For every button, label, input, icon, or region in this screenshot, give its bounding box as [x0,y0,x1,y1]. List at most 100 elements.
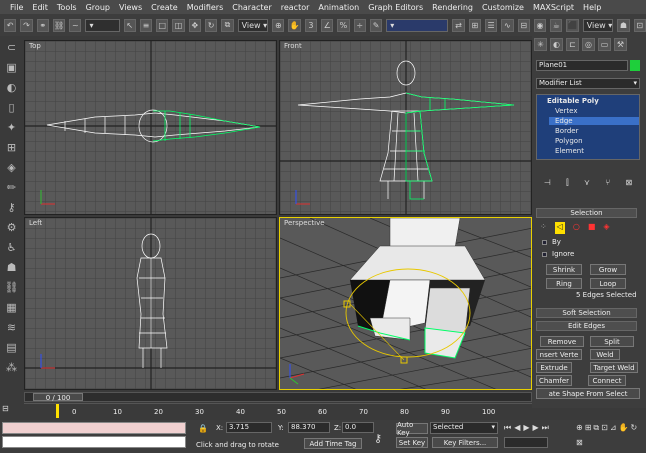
menu-character[interactable]: Character [232,3,272,12]
zoom-extents-icon[interactable]: ⧉ [593,423,599,436]
stack-item-element[interactable]: Element [555,147,584,155]
menu-modifiers[interactable]: Modifiers [187,3,224,12]
link-icon[interactable]: ⚭ [36,18,49,32]
chamfer-button[interactable]: Chamfer [536,375,572,386]
hierarchy-tab-icon[interactable]: ⊏ [566,38,579,51]
hair-icon[interactable]: ≋ [4,320,19,335]
spinner-snap-icon[interactable]: ÷ [353,18,366,32]
menu-animation[interactable]: Animation [318,3,359,12]
quick-render-icon[interactable]: ☗ [617,18,630,32]
modifier-list-dropdown[interactable]: Modifier List ▾ [536,78,640,89]
pin-stack-icon[interactable]: ⊣ [544,178,551,192]
object-name-field[interactable]: Plane01 [536,60,628,71]
stack-item-edge[interactable]: Edge [549,117,639,125]
render-type-dropdown[interactable]: View ▾ [582,18,614,32]
maxscript-listener[interactable] [2,422,186,434]
target-weld-button[interactable]: Target Weld [590,362,638,373]
cylinder-icon[interactable]: ▯ [4,100,19,115]
layers-icon[interactable]: ▤ [4,340,19,355]
pivot-icon[interactable]: ⊕ [272,18,285,32]
render-icon[interactable]: ⬛ [566,18,579,32]
align-icon[interactable]: ⊞ [468,18,481,32]
show-end-result-icon[interactable]: ⫿ [566,178,569,192]
remove-modifier-icon[interactable]: ⑂ [605,178,610,192]
zoom-icon[interactable]: ⊕ [576,423,583,436]
create-shape-button[interactable]: ate Shape From Select [536,388,640,399]
viewport-left[interactable]: Left [24,217,277,390]
menu-file[interactable]: File [10,3,23,12]
cloth-icon[interactable]: ▦ [4,300,19,315]
named-selection-icon[interactable]: ✎ [369,18,383,32]
curve-editor-icon[interactable]: ∿ [501,18,514,32]
menu-reactor[interactable]: reactor [281,3,310,12]
sphere-icon[interactable]: ◐ [4,80,19,95]
lock-selection-icon[interactable]: 🔒 [198,424,208,433]
menu-help[interactable]: Help [583,3,601,12]
next-frame-icon[interactable]: ▶ [533,423,539,435]
polygon-icon[interactable]: ■ [588,222,596,234]
set-key-mode-icon[interactable]: ⚷ [374,432,382,445]
select-by-name-icon[interactable]: ≡ [139,18,153,32]
selection-rollout[interactable]: Selection [536,208,637,218]
redo-icon[interactable]: ↷ [20,18,33,32]
zoom-all-icon[interactable]: ⊞ [585,423,592,436]
motion-tab-icon[interactable]: ◎ [582,38,595,51]
viewport-perspective-label[interactable]: Perspective [284,219,325,227]
shrink-button[interactable]: Shrink [546,264,582,275]
scale-icon[interactable]: ⧉ [221,18,234,32]
schematic-icon[interactable]: ⊟ [517,18,530,32]
element-icon[interactable]: ◈ [603,222,609,234]
edit-edges-rollout[interactable]: Edit Edges [536,321,637,331]
menu-graph-editors[interactable]: Graph Editors [368,3,423,12]
material-editor-icon[interactable]: ◉ [533,18,547,32]
border-icon[interactable]: ○ [573,222,580,234]
previous-frame-icon[interactable]: ◀ [514,423,520,435]
z-coordinate-field[interactable]: 0.0 [342,422,374,433]
angle-snap-icon[interactable]: ∠ [321,18,334,32]
menu-views[interactable]: Views [119,3,142,12]
menu-create[interactable]: Create [151,3,178,12]
current-frame-field[interactable] [504,437,548,448]
menu-edit[interactable]: Edit [32,3,48,12]
zoom-extents-all-icon[interactable]: ⊡ [601,423,608,436]
helpers-icon[interactable]: ⊞ [4,140,19,155]
display-tab-icon[interactable]: ▭ [598,38,611,51]
viewport-top-label[interactable]: Top [29,42,41,50]
configure-sets-icon[interactable]: ⊠ [626,178,633,192]
grow-button[interactable]: Grow [590,264,626,275]
manipulate-icon[interactable]: ✋ [288,18,301,32]
make-unique-icon[interactable]: ⋎ [584,178,590,192]
edge-icon[interactable]: ◁ [554,222,565,234]
particles-icon[interactable]: ⁂ [4,360,19,375]
track-bar-toggle-icon[interactable]: ⊟ [2,404,22,418]
mirror-icon[interactable]: ⇄ [452,18,465,32]
menu-customize[interactable]: Customize [482,3,524,12]
utilities-tab-icon[interactable]: ⚒ [614,38,627,51]
viewport-perspective[interactable]: Perspective [279,217,532,390]
star-icon[interactable]: ✦ [4,120,19,135]
move-icon[interactable]: ✥ [188,18,201,32]
connect-button[interactable]: Connect [588,375,626,386]
auto-key-button[interactable]: Auto Key [396,421,428,437]
stack-item-editable-poly[interactable]: Editable Poly [547,97,599,105]
gear-icon[interactable]: ⚙ [4,220,19,235]
select-icon[interactable]: ↖ [123,18,136,32]
by-vertex-checkbox[interactable] [542,240,547,245]
play-icon[interactable]: ▶ [523,423,529,435]
time-slider[interactable]: 0 / 100 [24,392,532,402]
key-selection-dropdown[interactable]: Selected ▾ [430,422,498,434]
x-coordinate-field[interactable]: 3.715 [226,422,272,433]
menu-rendering[interactable]: Rendering [432,3,473,12]
brush-icon[interactable]: ✏ [4,180,19,195]
render-setup-icon[interactable]: ☕ [550,18,563,32]
walk-icon[interactable]: ♿ [4,240,19,255]
reference-coord-dropdown[interactable]: View ▾ [237,18,269,32]
go-to-start-icon[interactable]: ⏮ [504,423,511,435]
stack-item-border[interactable]: Border [555,127,578,135]
snap-icon[interactable]: 3 [304,18,318,32]
remove-button[interactable]: Remove [540,336,584,347]
track-bar[interactable]: 0 10 20 30 40 50 60 70 80 90 100 [24,403,532,418]
modify-icon[interactable]: ◈ [4,160,19,175]
extrude-button[interactable]: Extrude [536,362,572,373]
rotate-icon[interactable]: ↻ [205,18,218,32]
